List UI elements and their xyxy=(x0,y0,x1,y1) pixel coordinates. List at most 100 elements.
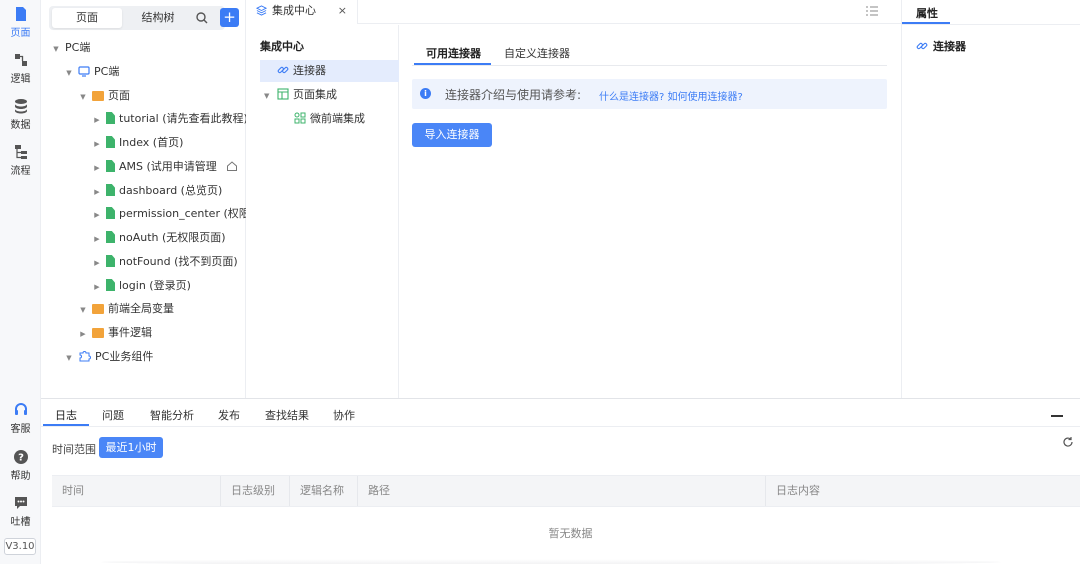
tab-publish[interactable]: 发布 xyxy=(218,407,240,423)
properties-panel: 属性 连接器 xyxy=(901,0,1080,398)
caret-right-icon[interactable]: ▶ xyxy=(78,324,88,344)
caret-right-icon[interactable]: ▶ xyxy=(92,182,102,202)
active-tab-indicator xyxy=(414,63,491,65)
caret-right-icon[interactable]: ▶ xyxy=(92,158,102,178)
caret-right-icon[interactable]: ▶ xyxy=(92,110,102,130)
segment-pages[interactable]: 页面 xyxy=(52,8,122,28)
tree-node-page[interactable]: ▶ AMS (试用申请管理 xyxy=(92,157,242,177)
caret-right-icon[interactable]: ▶ xyxy=(92,229,102,249)
caret-down-icon[interactable]: ▼ xyxy=(51,39,61,59)
grid-apps-icon xyxy=(294,112,306,124)
rail-item-label: 帮助 xyxy=(10,471,31,482)
left-rail: 页面 逻辑 数据 流程 客服 ? 帮助 吐槽 V3.10 xyxy=(0,0,41,564)
monitor-icon xyxy=(78,66,90,77)
editor-tab-bar: 集成中心 × xyxy=(246,0,901,24)
refresh-icon[interactable] xyxy=(1062,436,1074,448)
close-icon[interactable]: × xyxy=(338,0,347,22)
tree-node-pc-client[interactable]: ▼ PC端 xyxy=(64,62,119,82)
nav-item-connectors[interactable]: 连接器 xyxy=(260,60,399,82)
caret-down-icon[interactable]: ▼ xyxy=(78,87,88,107)
tree-node-label: tutorial (请先查看此教程) xyxy=(119,112,248,125)
rail-item-label: 流程 xyxy=(10,166,31,177)
tree-node-pages-folder[interactable]: ▼ 页面 xyxy=(78,86,130,106)
tab-collaboration[interactable]: 协作 xyxy=(333,407,355,423)
caret-down-icon[interactable]: ▼ xyxy=(78,300,88,320)
nav-item-page-integration[interactable]: ▼ 页面集成 xyxy=(264,84,337,106)
tree-node-business-components[interactable]: ▼ PC业务组件 xyxy=(64,347,153,367)
tree-node-page[interactable]: ▶ noAuth (无权限页面) xyxy=(92,228,226,248)
tree-node-label: AMS (试用申请管理 xyxy=(119,160,217,173)
tab-issues[interactable]: 问题 xyxy=(102,407,124,423)
app-window: 页面 逻辑 数据 流程 客服 ? 帮助 吐槽 V3.10 页面 结构树 + ▼ … xyxy=(0,0,1080,564)
caret-down-icon[interactable]: ▼ xyxy=(64,63,74,83)
column-header-path[interactable]: 路径 xyxy=(357,476,765,506)
column-header-logic-name[interactable]: 逻辑名称 xyxy=(289,476,357,506)
tree-node-page[interactable]: ▶ notFound (找不到页面) xyxy=(92,252,238,272)
tree-node-global-vars[interactable]: ▼ 前端全局变量 xyxy=(78,299,174,319)
tree-node-event-logic[interactable]: ▶ 事件逻辑 xyxy=(78,323,152,343)
tab-ai-analysis[interactable]: 智能分析 xyxy=(150,407,194,423)
time-range-button[interactable]: 最近1小时 xyxy=(99,437,163,458)
column-header-content[interactable]: 日志内容 xyxy=(765,476,1080,506)
nav-item-micro-frontend[interactable]: 微前端集成 xyxy=(294,108,365,130)
page-file-icon xyxy=(106,231,115,243)
time-range-label: 时间范围 xyxy=(52,443,96,456)
page-file-icon xyxy=(106,184,115,196)
home-icon xyxy=(227,161,238,171)
layout-icon xyxy=(277,88,289,100)
column-header-time[interactable]: 时间 xyxy=(52,476,220,506)
list-menu-icon[interactable] xyxy=(866,6,878,16)
rail-item-logic[interactable]: 逻辑 xyxy=(0,52,41,85)
rail-item-page[interactable]: 页面 xyxy=(0,6,41,39)
integration-nav: 集成中心 连接器 ▼ 页面集成 微前端集成 xyxy=(246,25,399,398)
feedback-icon xyxy=(14,497,27,509)
bottom-panel: 日志 问题 智能分析 发布 查找结果 协作 时间范围 最近1小时 时间 日志级别… xyxy=(41,398,1080,564)
caret-down-icon[interactable]: ▼ xyxy=(64,348,74,368)
rail-item-feedback[interactable]: 吐槽 xyxy=(0,495,41,528)
rail-item-support[interactable]: 客服 xyxy=(0,402,41,435)
segment-structure-tree[interactable]: 结构树 xyxy=(123,8,193,28)
tab-available-connectors[interactable]: 可用连接器 xyxy=(426,45,481,61)
tree-node-page[interactable]: ▶ dashboard (总览页) xyxy=(92,181,222,201)
caret-down-icon[interactable]: ▼ xyxy=(264,85,274,107)
tab-logs[interactable]: 日志 xyxy=(55,407,77,423)
minimize-icon[interactable] xyxy=(1051,415,1063,417)
rail-item-help[interactable]: ? 帮助 xyxy=(0,449,41,482)
caret-right-icon[interactable]: ▶ xyxy=(92,134,102,154)
link-icon xyxy=(277,66,289,74)
column-header-level[interactable]: 日志级别 xyxy=(220,476,289,506)
search-icon[interactable] xyxy=(194,10,210,26)
tree-node-label: PC端 xyxy=(65,41,91,54)
tree-node-page[interactable]: ▶ login (登录页) xyxy=(92,276,191,296)
tab-search-results[interactable]: 查找结果 xyxy=(265,407,309,423)
help-links[interactable]: 什么是连接器? 如何使用连接器? xyxy=(599,88,743,103)
add-page-button[interactable]: + xyxy=(220,8,239,27)
tab-integration-center[interactable]: 集成中心 × xyxy=(246,0,358,24)
tree-node-label: Index (首页) xyxy=(119,136,184,149)
logic-icon xyxy=(14,54,27,66)
tab-divider xyxy=(412,65,887,66)
page-icon xyxy=(15,7,26,21)
tree-node-page[interactable]: ▶ permission_center (权限中 xyxy=(92,204,246,224)
headset-icon xyxy=(14,403,27,415)
import-connector-button[interactable]: 导入连接器 xyxy=(412,123,492,147)
tree-node-pc-root[interactable]: ▼ PC端 xyxy=(51,38,90,58)
puzzle-icon xyxy=(79,351,91,362)
rail-item-flow[interactable]: 流程 xyxy=(0,144,41,177)
caret-right-icon[interactable]: ▶ xyxy=(92,253,102,273)
rail-item-data[interactable]: 数据 xyxy=(0,98,41,131)
nav-item-label: 页面集成 xyxy=(293,88,337,101)
tab-properties[interactable]: 属性 xyxy=(916,5,938,21)
tree-node-page[interactable]: ▶ tutorial (请先查看此教程) xyxy=(92,109,248,129)
version-badge: V3.10 xyxy=(4,538,36,555)
tree-node-page[interactable]: ▶ Index (首页) xyxy=(92,133,183,153)
caret-right-icon[interactable]: ▶ xyxy=(92,205,102,224)
folder-icon xyxy=(92,328,104,338)
svg-text:?: ? xyxy=(18,453,24,464)
info-banner: i 连接器介绍与使用请参考: 什么是连接器? 如何使用连接器? xyxy=(412,79,887,109)
rail-item-label: 吐槽 xyxy=(10,517,31,528)
page-file-icon xyxy=(106,279,115,291)
page-file-icon xyxy=(106,255,115,267)
caret-right-icon[interactable]: ▶ xyxy=(92,277,102,297)
tab-custom-connectors[interactable]: 自定义连接器 xyxy=(504,45,570,61)
